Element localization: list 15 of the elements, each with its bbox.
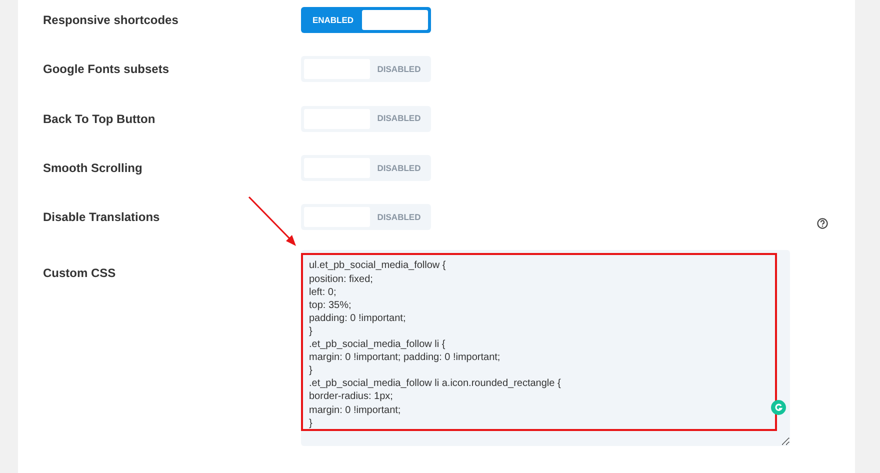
toggle-switch[interactable]: DISABLED: [301, 204, 431, 230]
setting-label: Back To Top Button: [43, 112, 156, 126]
help-icon[interactable]: [817, 218, 828, 230]
toggle-switch[interactable]: DISABLED: [301, 106, 431, 132]
setting-label: Custom CSS: [43, 266, 116, 280]
grammar-check-icon[interactable]: [771, 400, 786, 415]
code-editor[interactable]: ul.et_pb_social_media_follow { position: fixed; left: 0; top: 35%; padding: 0 !important; } .et_pb_social_media_follow li { margin: 0 !important; padding: 0 !important; } .et_pb_social_media_follow li a.icon.rounded_rectangle { border-radius: 1px; margin: 0 !important; }: [301, 250, 790, 446]
annotation-arrow: [248, 196, 296, 246]
setting-label: Google Fonts subsets: [43, 62, 170, 76]
setting-label: Responsive shortcodes: [43, 13, 178, 27]
toggle-switch[interactable]: DISABLED: [301, 154, 431, 181]
toggle-switch[interactable]: DISABLED: [301, 56, 431, 82]
toggle-switch[interactable]: ENABLED: [301, 7, 431, 33]
setting-label: Smooth Scrolling: [43, 160, 142, 175]
setting-label: Disable Translations: [43, 210, 160, 224]
